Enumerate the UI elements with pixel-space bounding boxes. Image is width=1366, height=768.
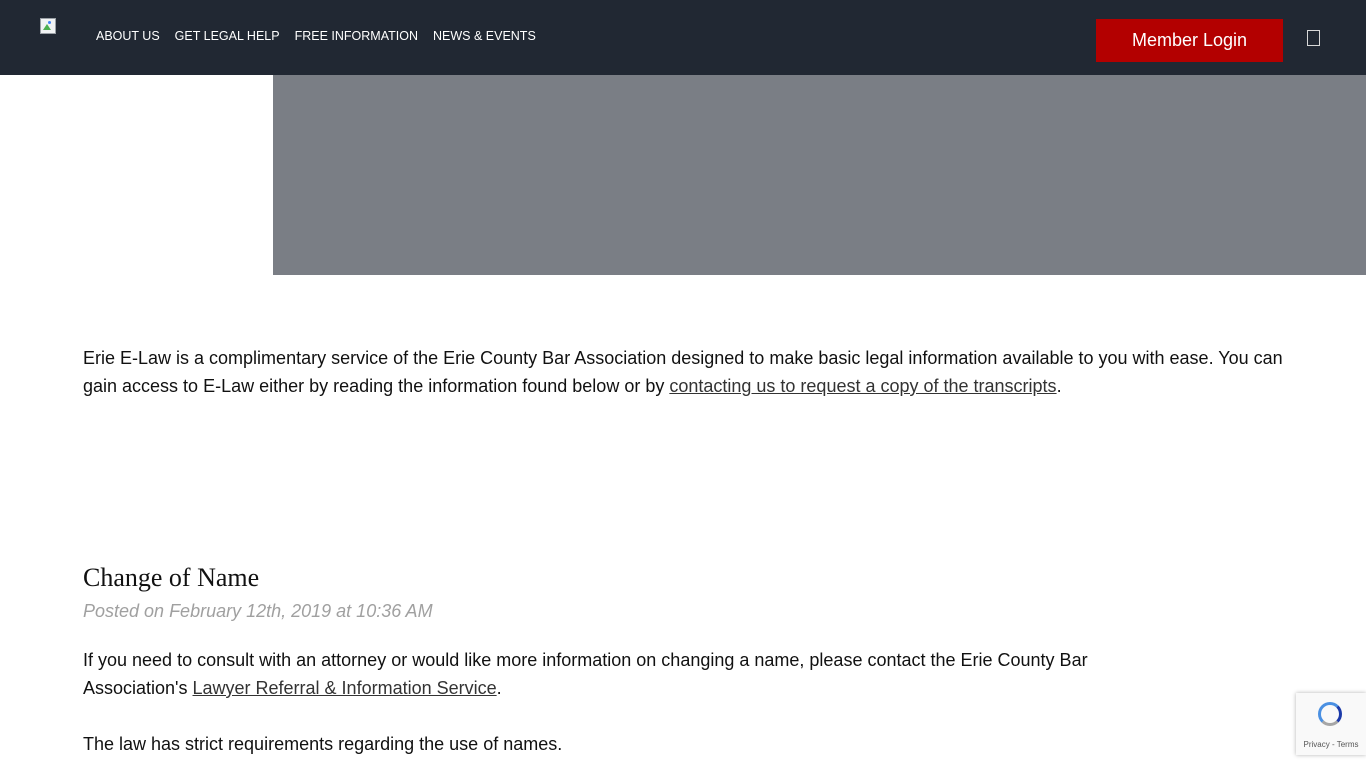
lawyer-referral-link[interactable]: Lawyer Referral & Information Service	[193, 678, 497, 698]
broken-logo-image-icon[interactable]	[40, 18, 56, 34]
recaptcha-icon	[1318, 702, 1342, 726]
recaptcha-badge[interactable]: Privacy - Terms	[1296, 693, 1366, 755]
nav-free-information[interactable]: FREE INFORMATION	[295, 29, 418, 43]
nav-get-legal-help[interactable]: GET LEGAL HELP	[175, 29, 280, 43]
site-header: ABOUT US GET LEGAL HELP FREE INFORMATION…	[0, 0, 1366, 75]
intro-paragraph: Erie E-Law is a complimentary service of…	[83, 344, 1283, 400]
recaptcha-privacy-terms[interactable]: Privacy - Terms	[1296, 740, 1366, 749]
post-date: Posted on February 12th, 2019 at 10:36 A…	[83, 601, 433, 621]
post-paragraph: If you need to consult with an attorney …	[83, 646, 1183, 702]
hero-banner	[273, 75, 1366, 275]
post-paragraph-2: The law has strict requirements regardin…	[83, 734, 563, 754]
contact-transcripts-link[interactable]: contacting us to request a copy of the t…	[669, 376, 1056, 396]
nav-about-us[interactable]: ABOUT US	[96, 29, 160, 43]
post-title: Change of Name	[83, 563, 260, 592]
nav-news-events[interactable]: NEWS & EVENTS	[433, 29, 536, 43]
main-nav: ABOUT US GET LEGAL HELP FREE INFORMATION…	[96, 29, 551, 43]
image-mountain	[43, 24, 51, 30]
member-login-button[interactable]: Member Login	[1096, 19, 1283, 62]
image-sun	[48, 21, 51, 24]
post-paragraph-period: .	[496, 678, 502, 698]
menu-toggle-icon[interactable]	[1307, 30, 1320, 46]
intro-period: .	[1056, 376, 1062, 396]
